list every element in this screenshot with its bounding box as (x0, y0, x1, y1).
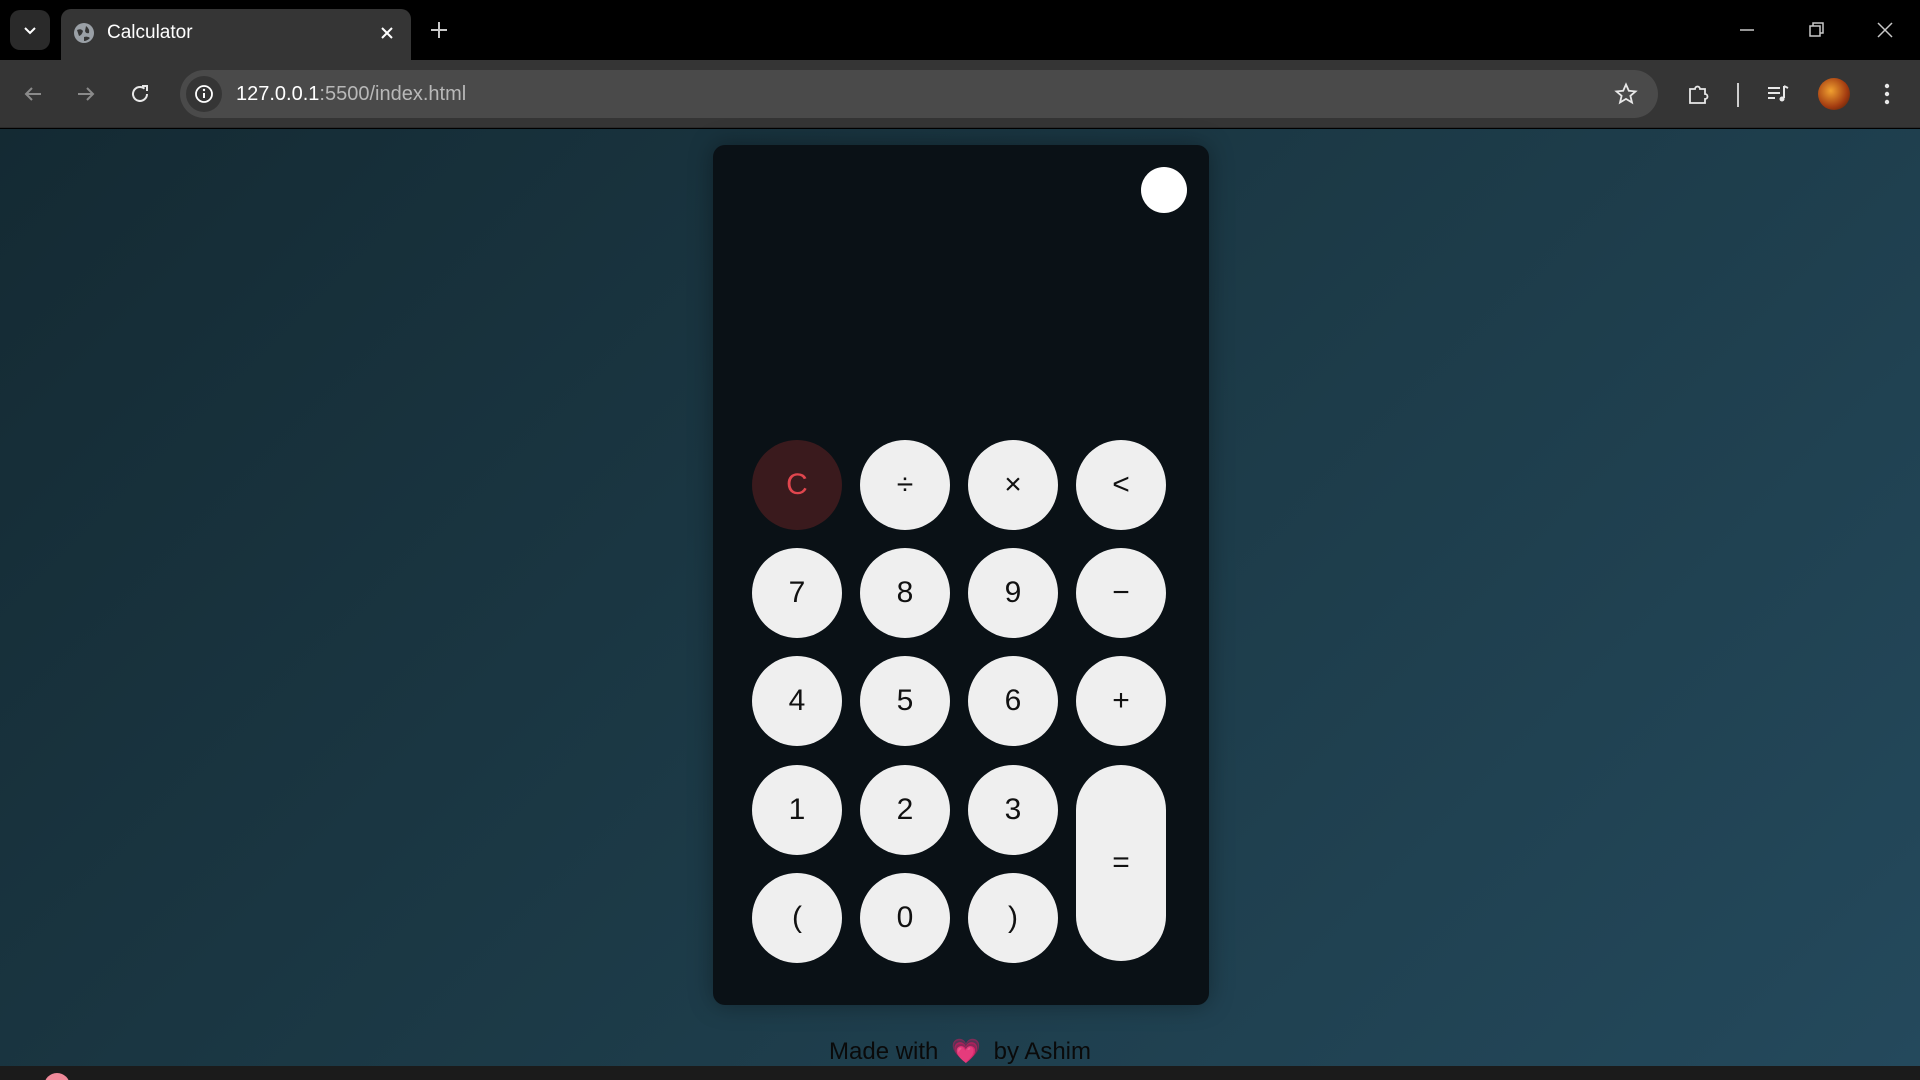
star-icon (1614, 82, 1638, 105)
tab-title: Calculator (107, 22, 193, 43)
key-minus[interactable]: − (1076, 548, 1166, 638)
key-8[interactable]: 8 (860, 548, 950, 638)
heart-icon: 💗 (951, 1038, 981, 1065)
kebab-menu-icon (1884, 83, 1890, 105)
calculator-display (743, 235, 1179, 415)
forward-button[interactable] (68, 76, 104, 112)
close-window-button[interactable] (1865, 12, 1905, 48)
minimize-button[interactable] (1727, 12, 1767, 48)
address-bar[interactable]: 127.0.0.1:5500/index.html (180, 70, 1658, 118)
browser-toolbar: 127.0.0.1:5500/index.html (0, 60, 1920, 128)
page-content: C ÷ × < 7 8 9 − 4 5 6 + 1 2 3 = ( 0 ) Ma… (0, 129, 1920, 1066)
taskbar (0, 1066, 1920, 1080)
key-6[interactable]: 6 (968, 656, 1058, 746)
back-button[interactable] (15, 76, 51, 112)
browser-menu-button[interactable] (1869, 76, 1905, 112)
media-controls-button[interactable] (1760, 76, 1796, 112)
tab-search-button[interactable] (10, 10, 50, 50)
key-3[interactable]: 3 (968, 765, 1058, 855)
chevron-down-icon (24, 27, 36, 35)
restore-icon (1809, 22, 1824, 37)
key-5[interactable]: 5 (860, 656, 950, 746)
reload-icon (132, 85, 148, 102)
minimize-icon (1740, 29, 1754, 31)
key-backspace[interactable]: < (1076, 440, 1166, 530)
footer-credit: Made with 💗 by Ashim (0, 1037, 1920, 1066)
url-host: 127.0.0.1 (236, 83, 320, 105)
key-2[interactable]: 2 (860, 765, 950, 855)
tab-close-button[interactable] (375, 21, 399, 45)
theme-toggle-button[interactable] (1141, 167, 1187, 213)
arrow-right-icon (78, 87, 95, 101)
key-close-paren[interactable]: ) (968, 873, 1058, 963)
url-text: 127.0.0.1:5500/index.html (236, 83, 466, 106)
footer-suffix: by Ashim (993, 1038, 1091, 1065)
key-7[interactable]: 7 (752, 548, 842, 638)
calculator: C ÷ × < 7 8 9 − 4 5 6 + 1 2 3 = ( 0 ) (713, 145, 1209, 1005)
puzzle-icon (1689, 85, 1709, 104)
key-9[interactable]: 9 (968, 548, 1058, 638)
key-1[interactable]: 1 (752, 765, 842, 855)
plus-icon (431, 22, 447, 38)
playlist-icon (1768, 85, 1789, 102)
key-equals[interactable]: = (1076, 765, 1166, 961)
restore-button[interactable] (1796, 12, 1836, 48)
key-0[interactable]: 0 (860, 873, 950, 963)
site-info-button[interactable] (186, 76, 222, 112)
key-clear[interactable]: C (752, 440, 842, 530)
profile-avatar[interactable] (1818, 78, 1850, 110)
key-4[interactable]: 4 (752, 656, 842, 746)
key-divide[interactable]: ÷ (860, 440, 950, 530)
reload-button[interactable] (122, 76, 158, 112)
url-path: :5500/index.html (319, 83, 467, 105)
new-tab-button[interactable] (425, 16, 453, 44)
key-multiply[interactable]: × (968, 440, 1058, 530)
bookmark-button[interactable] (1612, 80, 1640, 108)
key-plus[interactable]: + (1076, 656, 1166, 746)
close-icon (381, 27, 393, 39)
tab-strip: Calculator (0, 0, 1920, 60)
globe-icon (74, 23, 94, 43)
arrow-left-icon (24, 87, 41, 101)
key-open-paren[interactable]: ( (752, 873, 842, 963)
active-tab[interactable]: Calculator (61, 9, 411, 60)
extensions-button[interactable] (1681, 76, 1717, 112)
info-icon (195, 85, 213, 103)
close-icon (1877, 22, 1893, 38)
footer-prefix: Made with (829, 1038, 939, 1065)
toolbar-divider (1737, 83, 1739, 107)
